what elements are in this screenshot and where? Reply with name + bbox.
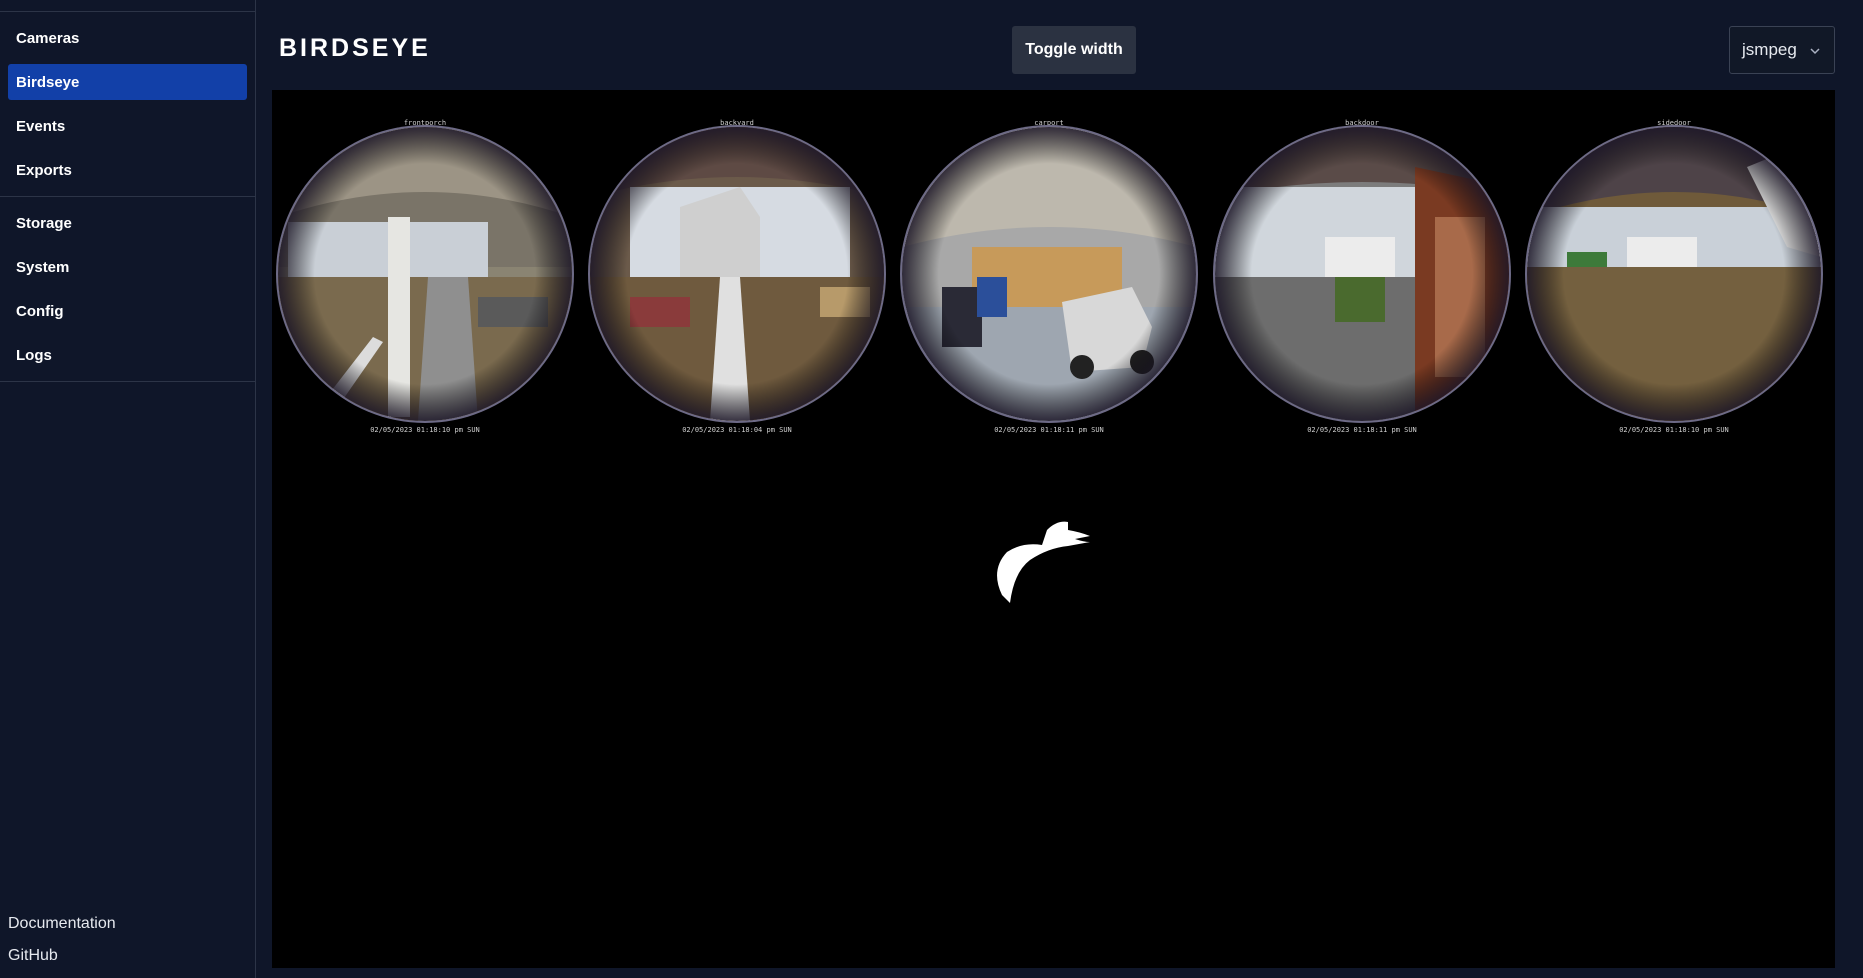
camera-timestamp: 02/05/2023 01:18:11 pm SUN — [1307, 426, 1417, 434]
stream-source-select[interactable]: jsmpeg — [1729, 26, 1835, 74]
sidebar-item-events[interactable]: Events — [8, 108, 247, 144]
camera-timestamp: 02/05/2023 01:18:04 pm SUN — [682, 426, 792, 434]
page-title: BIRDSEYE — [279, 34, 431, 62]
sidebar-item-storage[interactable]: Storage — [8, 205, 247, 241]
sidebar-item-config[interactable]: Config — [8, 293, 247, 329]
sidebar-item-label: Logs — [16, 346, 52, 364]
documentation-link[interactable]: Documentation — [8, 915, 116, 933]
app-window: Cameras Birdseye Events Exports Storage … — [0, 0, 1863, 978]
sidebar-divider — [0, 381, 255, 382]
camera-tile-sidedoor[interactable]: sidedoor 02/05/2023 01:18:10 pm SUN — [1527, 119, 1821, 434]
sidebar-item-label: Events — [16, 117, 66, 135]
camera-feed-frontporch — [278, 127, 572, 421]
camera-name: frontporch — [403, 119, 447, 127]
camera-tile-frontporch[interactable]: frontporch 02/05/2023 01:18:10 pm SUN — [278, 119, 572, 434]
camera-feed-sidedoor — [1527, 127, 1821, 421]
sidebar-item-exports[interactable]: Exports — [8, 152, 247, 188]
camera-name: backyard — [720, 119, 754, 127]
camera-tile-carport[interactable]: carport 02/05/2023 01:18:11 pm SUN — [902, 119, 1196, 434]
sidebar-item-label: System — [16, 258, 70, 276]
toggle-width-button[interactable]: Toggle width — [1012, 26, 1136, 74]
camera-name: sidedoor — [1657, 119, 1691, 127]
sidebar-item-label: Storage — [16, 214, 72, 232]
sidebar-item-cameras[interactable]: Cameras — [8, 20, 247, 56]
camera-timestamp: 02/05/2023 01:18:11 pm SUN — [994, 426, 1104, 434]
camera-name: carport — [1034, 119, 1064, 127]
sidebar-item-system[interactable]: System — [8, 249, 247, 285]
toggle-width-label: Toggle width — [1025, 41, 1123, 58]
sidebar-item-label: Exports — [16, 161, 72, 179]
sidebar-item-birdseye[interactable]: Birdseye — [8, 64, 247, 100]
sidebar: Cameras Birdseye Events Exports Storage … — [0, 0, 256, 978]
stream-source-value: jsmpeg — [1742, 40, 1797, 59]
sidebar-item-logs[interactable]: Logs — [8, 337, 247, 373]
camera-name: backdoor — [1345, 119, 1379, 127]
camera-tile-backyard[interactable]: backyard 02/05/2023 01:18:04 pm SUN — [590, 119, 884, 434]
sidebar-divider — [0, 196, 255, 197]
frigate-bird-logo — [997, 521, 1090, 603]
camera-feed-backyard — [590, 127, 884, 421]
sidebar-item-label: Config — [16, 302, 64, 320]
chevron-down-icon — [1810, 48, 1820, 55]
camera-timestamp: 02/05/2023 01:18:10 pm SUN — [370, 426, 480, 434]
sidebar-divider-top — [0, 11, 255, 12]
birdseye-stream[interactable]: frontporch 02/05/2023 01:18:10 pm SUN ba… — [272, 90, 1835, 968]
camera-feed-backdoor — [1215, 127, 1509, 421]
camera-timestamp: 02/05/2023 01:18:10 pm SUN — [1619, 426, 1729, 434]
camera-feed-carport — [902, 127, 1196, 421]
github-link[interactable]: GitHub — [8, 947, 58, 965]
sidebar-item-label: Birdseye — [16, 73, 80, 91]
sidebar-item-label: Cameras — [16, 29, 80, 47]
camera-tile-backdoor[interactable]: backdoor 02/05/2023 01:18:11 pm SUN — [1215, 119, 1509, 434]
